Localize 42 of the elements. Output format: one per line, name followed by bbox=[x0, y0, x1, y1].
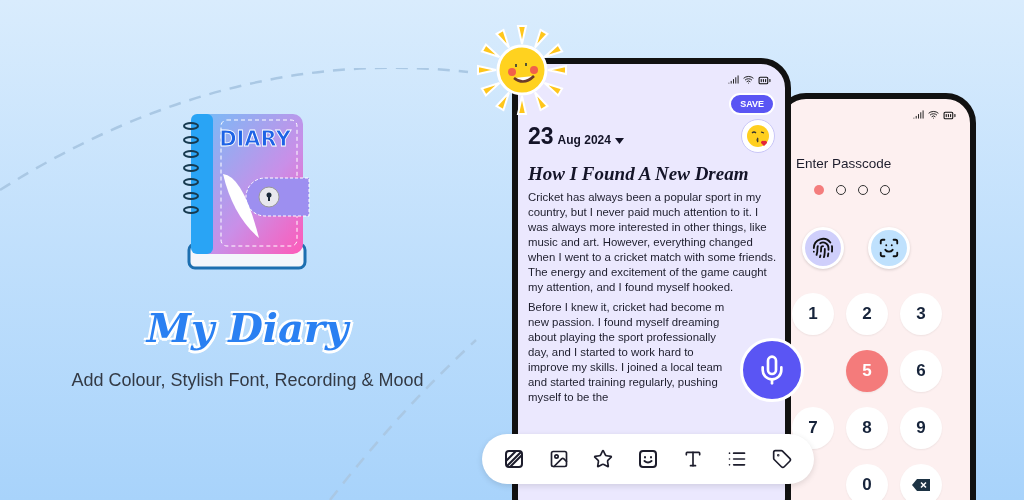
keypad-key[interactable]: 8 bbox=[846, 407, 888, 449]
entry-paragraph: Cricket has always been a popular sport in my country, but I never paid much attention to it. I was always more interested in other things, like music and art. However, everything changed when I went to a cricket match with some friends. The energy and excitement of the game caught my attention, and I found myself hooked. bbox=[528, 190, 778, 295]
entry-paragraph: Before I knew it, cricket had become m new passion. I found myself dreaming about playing the sport professionally day, and I started to work hard to improve my skills. I joined a local team and started training regularly, pushing myself to be the bbox=[528, 300, 726, 405]
keypad-key[interactable]: 9 bbox=[900, 407, 942, 449]
entry-day: 23 bbox=[528, 122, 554, 150]
backspace-icon bbox=[912, 479, 930, 491]
wifi-icon bbox=[928, 109, 939, 120]
keypad-key[interactable]: 3 bbox=[900, 293, 942, 335]
signal-icon bbox=[728, 74, 739, 85]
save-button[interactable]: SAVE bbox=[729, 93, 775, 115]
backspace-key[interactable] bbox=[900, 464, 942, 500]
keypad-key[interactable]: 1 bbox=[792, 293, 834, 335]
smiley-icon bbox=[637, 449, 658, 469]
caret-icon[interactable] bbox=[614, 137, 624, 144]
keypad-key[interactable]: 0 bbox=[846, 464, 888, 500]
pattern-button[interactable] bbox=[504, 449, 525, 469]
signal-icon bbox=[913, 109, 924, 120]
keypad-key[interactable]: 6 bbox=[900, 350, 942, 392]
keypad-key[interactable]: 2 bbox=[846, 293, 888, 335]
list-icon bbox=[727, 449, 748, 469]
keypad-key[interactable]: 7 bbox=[792, 407, 834, 449]
tag-button[interactable] bbox=[771, 449, 792, 469]
battery-icon bbox=[943, 109, 956, 122]
tag-icon bbox=[771, 449, 792, 469]
battery-icon bbox=[758, 74, 771, 87]
tagline: Add Colour, Stylish Font, Recording & Mood bbox=[71, 370, 424, 391]
passcode-prompt: Enter Passcode bbox=[796, 156, 893, 171]
mood-button[interactable] bbox=[637, 449, 658, 469]
face-scan-icon bbox=[878, 237, 900, 259]
face-scan-button[interactable] bbox=[868, 227, 910, 269]
star-button[interactable] bbox=[593, 449, 614, 469]
striped-square-icon bbox=[504, 449, 525, 469]
kiss-emoji-icon bbox=[746, 124, 770, 148]
fingerprint-button[interactable] bbox=[802, 227, 844, 269]
image-icon bbox=[548, 449, 569, 469]
list-button[interactable] bbox=[727, 449, 748, 469]
star-icon bbox=[593, 449, 614, 469]
image-button[interactable] bbox=[548, 449, 569, 469]
entry-month-year[interactable]: Aug 2024 bbox=[557, 132, 611, 147]
fingerprint-icon bbox=[812, 237, 834, 259]
wifi-icon bbox=[743, 74, 754, 85]
entry-title: How I Found A New Dream bbox=[528, 163, 750, 185]
